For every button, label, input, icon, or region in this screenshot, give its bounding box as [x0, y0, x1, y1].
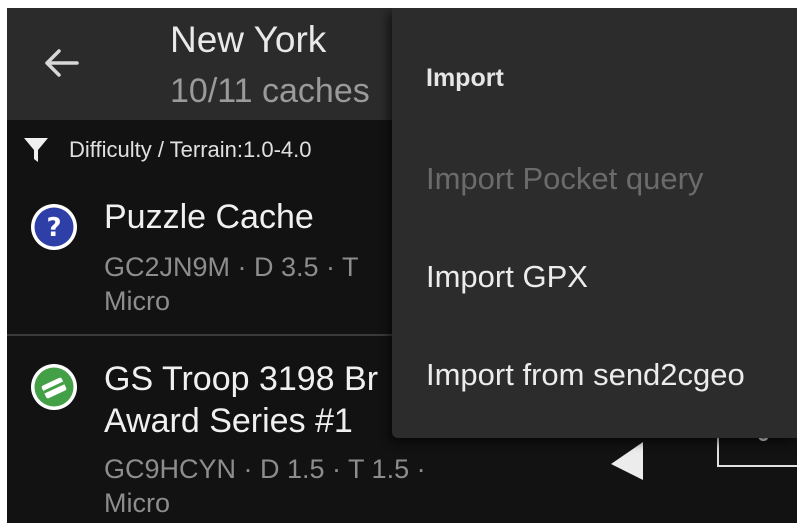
- cache-details: GC2JN9M · D 3.5 · T: [104, 252, 359, 282]
- puzzle-cache-icon: ?: [31, 204, 77, 250]
- filter-icon: [24, 138, 48, 162]
- menu-item-import-send2cgeo[interactable]: Import from send2cgeo: [392, 326, 797, 422]
- cache-size: Micro: [104, 286, 170, 316]
- menu-item-import-pocket-query[interactable]: Import Pocket query: [392, 130, 797, 226]
- filter-label: Difficulty / Terrain:1.0-4.0: [69, 137, 312, 162]
- import-menu: Import Import Pocket query Import GPX Im…: [392, 8, 797, 438]
- cache-details: GC9HCYN · D 1.5 · T 1.5 ·: [104, 454, 426, 484]
- menu-item-label: Import Pocket query: [426, 161, 704, 196]
- menu-item-label: Import GPX: [426, 259, 588, 294]
- page-title: New York: [170, 19, 327, 60]
- direction-arrow-icon: [611, 442, 643, 480]
- cache-name: Puzzle Cache: [104, 198, 314, 236]
- cache-name: GS Troop 3198 Br: [104, 360, 379, 398]
- menu-header: Import: [426, 64, 504, 92]
- arrow-back-icon: [45, 49, 79, 77]
- menu-item-label: Import from send2cgeo: [426, 357, 745, 392]
- svg-text:?: ?: [46, 213, 61, 243]
- menu-item-import-gpx[interactable]: Import GPX: [392, 228, 797, 324]
- app-screen: New York 10/11 caches Difficulty / Terra…: [7, 8, 797, 523]
- cache-name-continued: Award Series #1: [104, 402, 353, 440]
- page-subtitle: 10/11 caches: [170, 72, 370, 110]
- traditional-cache-icon: [31, 364, 77, 410]
- back-button[interactable]: [33, 38, 89, 88]
- cache-size: Micro: [104, 488, 170, 518]
